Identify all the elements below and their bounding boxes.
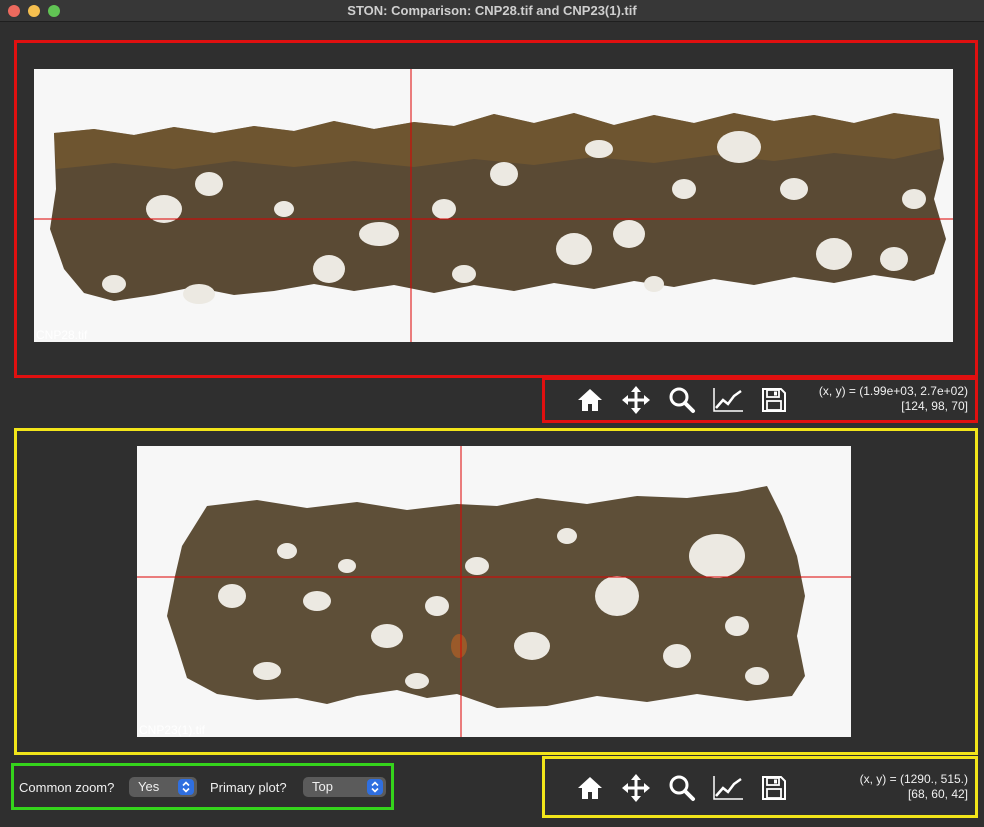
pan-button[interactable] (619, 772, 653, 804)
home-icon (578, 777, 602, 799)
common-zoom-stepper (178, 779, 194, 795)
zoom-button[interactable] (665, 384, 699, 416)
common-zoom-value: Yes (138, 779, 160, 794)
subplots-button[interactable] (711, 772, 745, 804)
top-plot-canvas[interactable]: CNP28.tif (34, 69, 953, 342)
bottom-navigation-toolbar: (x, y) = (1290., 515.) [68, 60, 42] (552, 768, 974, 808)
zoom-icon (669, 387, 695, 413)
top-coords-rgb: [124, 98, 70] (901, 399, 968, 413)
bottom-image-label: CNP23(1).tif (139, 723, 206, 737)
window-title: STON: Comparison: CNP28.tif and CNP23(1)… (347, 3, 637, 18)
bottom-coords-xy: (x, y) = (1290., 515.) (859, 772, 968, 786)
bottom-coords-rgb: [68, 60, 42] (907, 787, 968, 801)
zoom-icon (669, 775, 695, 801)
save-button[interactable] (757, 384, 791, 416)
primary-plot-label: Primary plot? (210, 780, 287, 795)
top-cursor-readout: (x, y) = (1.99e+03, 2.7e+02) [124, 98, 7… (819, 384, 968, 414)
save-icon (762, 776, 786, 800)
common-zoom-select[interactable]: Yes (129, 777, 197, 797)
primary-plot-value: Top (312, 779, 333, 794)
top-thin-section-image (34, 69, 953, 342)
bottom-sample-dark-grain (451, 634, 467, 658)
top-image-label: CNP28.tif (36, 328, 88, 342)
save-button[interactable] (757, 772, 791, 804)
up-down-chevron-icon (371, 781, 379, 793)
home-icon (578, 389, 602, 411)
primary-plot-stepper (367, 779, 383, 795)
save-icon (762, 388, 786, 412)
up-down-chevron-icon (182, 781, 190, 793)
top-navigation-toolbar: (x, y) = (1.99e+03, 2.7e+02) [124, 98, 7… (552, 380, 974, 420)
subplots-icon (713, 776, 743, 800)
bottom-thin-section-image (137, 446, 851, 737)
subplots-button[interactable] (711, 384, 745, 416)
pan-icon (622, 386, 650, 414)
top-coords-xy: (x, y) = (1.99e+03, 2.7e+02) (818, 384, 968, 398)
subplots-icon (713, 388, 743, 412)
zoom-button[interactable] (665, 772, 699, 804)
title-bar: STON: Comparison: CNP28.tif and CNP23(1)… (0, 0, 984, 22)
home-button[interactable] (573, 772, 607, 804)
bottom-cursor-readout: (x, y) = (1290., 515.) [68, 60, 42] (860, 772, 968, 802)
pan-button[interactable] (619, 384, 653, 416)
home-button[interactable] (573, 384, 607, 416)
common-zoom-label: Common zoom? (19, 780, 115, 795)
pan-icon (622, 774, 650, 802)
bottom-plot-canvas[interactable]: CNP23(1).tif (137, 446, 851, 737)
primary-plot-select[interactable]: Top (303, 777, 386, 797)
